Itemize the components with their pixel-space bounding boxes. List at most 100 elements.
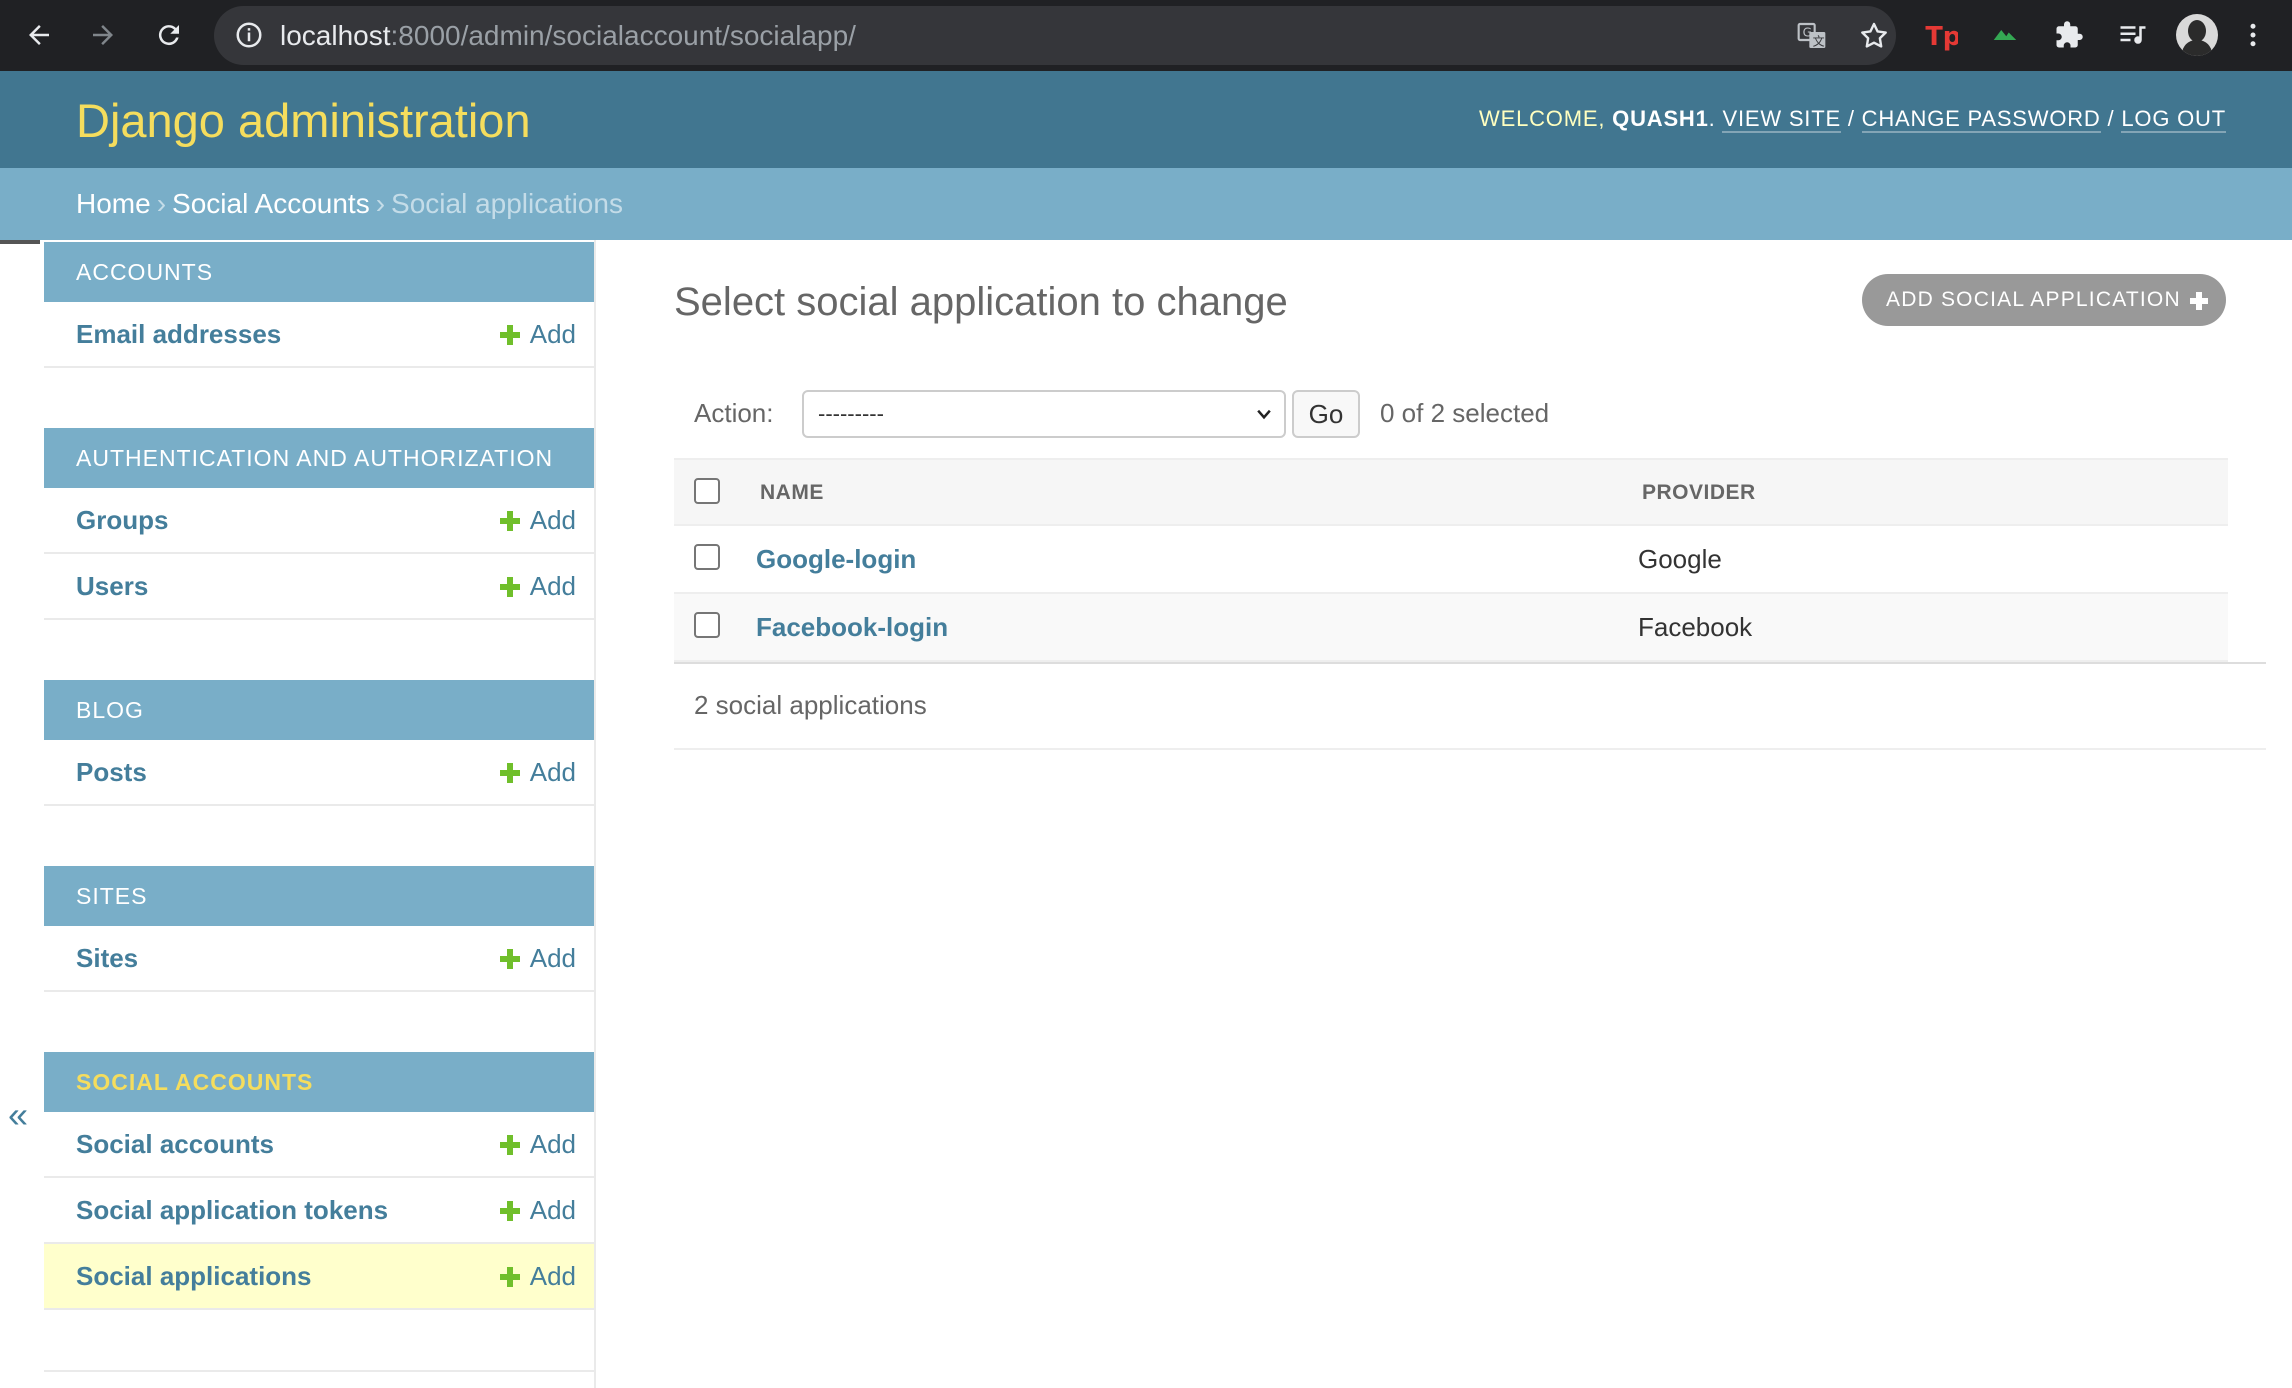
avatar	[2176, 14, 2218, 56]
sidebar-item-groups[interactable]: Groups Add	[44, 488, 594, 554]
user-tools: Welcome, quash1. View site / Change pass…	[1479, 106, 2226, 133]
svg-text:Tp: Tp	[1925, 22, 1958, 52]
add-social-application-token-link[interactable]: Add	[499, 1178, 576, 1242]
add-user-link[interactable]: Add	[499, 554, 576, 618]
bookmark-star-icon[interactable]	[1856, 18, 1892, 54]
sidebar-item-social-accounts[interactable]: Social accounts Add	[44, 1112, 594, 1178]
forward-button[interactable]	[80, 12, 126, 58]
sidebar-item-email-addresses[interactable]: Email addresses Add	[44, 302, 594, 368]
url-text[interactable]: localhost:8000/admin/socialaccount/socia…	[280, 6, 856, 65]
row-name-link[interactable]: Google-login	[756, 526, 916, 592]
svg-text:文: 文	[1813, 33, 1825, 48]
info-icon[interactable]	[234, 20, 264, 50]
sidebar-item-label[interactable]: Social accounts	[76, 1112, 274, 1176]
breadcrumb-app[interactable]: Social Accounts	[172, 188, 370, 219]
result-list-table: Name Provider Google-login Google Facebo…	[674, 458, 2266, 664]
sidebar-item-users[interactable]: Users Add	[44, 554, 594, 620]
reload-button[interactable]	[146, 12, 192, 58]
module-accounts: Accounts Email addresses Add	[44, 242, 594, 430]
chevron-down-icon	[1257, 409, 1271, 420]
url-host: localhost	[280, 20, 391, 51]
column-header-name[interactable]: Name	[760, 460, 824, 526]
admin-header: Django administration Welcome, quash1. V…	[0, 71, 2292, 168]
translate-icon[interactable]: G文	[1794, 18, 1830, 54]
sidebar-item-sites[interactable]: Sites Add	[44, 926, 594, 992]
table-row: Facebook-login Facebook	[674, 594, 2228, 662]
browser-toolbar: localhost:8000/admin/socialaccount/socia…	[0, 0, 2292, 71]
change-password-link[interactable]: Change password	[1861, 106, 2101, 133]
selection-counter: 0 of 2 selected	[1380, 398, 1550, 428]
add-post-link[interactable]: Add	[499, 740, 576, 804]
tp-extension-icon[interactable]: Tp	[1918, 12, 1964, 58]
profile-avatar[interactable]	[2174, 12, 2220, 58]
extensions-puzzle-icon[interactable]	[2046, 12, 2092, 58]
add-social-application-button[interactable]: Add social application	[1862, 274, 2226, 326]
add-social-account-link[interactable]: Add	[499, 1112, 576, 1176]
add-email-address-link[interactable]: Add	[499, 302, 576, 366]
module-sites: Sites Sites Add	[44, 866, 594, 1054]
browser-menu-icon[interactable]	[2238, 12, 2268, 58]
select-all-checkbox[interactable]	[694, 478, 720, 504]
username: quash1	[1612, 106, 1709, 131]
breadcrumb-current: Social applications	[391, 188, 623, 219]
column-header-provider[interactable]: Provider	[1642, 460, 1756, 526]
module-caption-social-accounts[interactable]: Social Accounts	[44, 1052, 594, 1112]
site-branding[interactable]: Django administration	[76, 93, 531, 148]
add-social-application-link[interactable]: Add	[499, 1244, 576, 1308]
row-name-link[interactable]: Facebook-login	[756, 594, 948, 660]
module-caption-blog[interactable]: Blog	[44, 680, 594, 740]
action-select[interactable]: ---------	[802, 390, 1286, 438]
view-site-link[interactable]: View site	[1722, 106, 1841, 133]
table-row: Google-login Google	[674, 526, 2228, 594]
row-checkbox[interactable]	[694, 612, 720, 638]
module-caption-accounts[interactable]: Accounts	[44, 242, 594, 302]
sidebar-item-label[interactable]: Groups	[76, 488, 168, 552]
module-auth: Authentication and Authorization Groups …	[44, 428, 594, 682]
plus-icon	[499, 577, 520, 597]
plus-icon	[499, 511, 520, 531]
row-checkbox[interactable]	[694, 544, 720, 570]
action-label: Action:	[694, 398, 774, 428]
plus-icon	[499, 325, 520, 345]
table-header: Name Provider	[674, 458, 2228, 526]
breadcrumb: Home › Social Accounts › Social applications	[0, 168, 2292, 240]
welcome-text: Welcome,	[1479, 106, 1606, 131]
sidebar-item-label[interactable]: Users	[76, 554, 148, 618]
sidebar-item-social-application-tokens[interactable]: Social application tokens Add	[44, 1178, 594, 1244]
media-queue-icon[interactable]	[2110, 12, 2156, 58]
sidebar-item-label[interactable]: Social applications	[76, 1244, 312, 1308]
plus-icon	[499, 1135, 520, 1155]
log-out-link[interactable]: Log out	[2121, 106, 2226, 133]
address-bar[interactable]: localhost:8000/admin/socialaccount/socia…	[214, 6, 1896, 65]
sidebar-item-posts[interactable]: Posts Add	[44, 740, 594, 806]
add-site-link[interactable]: Add	[499, 926, 576, 990]
module-caption-sites[interactable]: Sites	[44, 866, 594, 926]
sidebar-item-social-applications[interactable]: Social applications Add	[44, 1244, 594, 1310]
back-button[interactable]	[16, 12, 62, 58]
add-group-link[interactable]: Add	[499, 488, 576, 552]
plus-icon	[499, 1267, 520, 1287]
action-selected-value: ---------	[818, 401, 884, 426]
plus-icon	[499, 949, 520, 969]
paginator: 2 social applications	[674, 664, 2266, 750]
sidebar-item-label[interactable]: Sites	[76, 926, 138, 990]
breadcrumb-home[interactable]: Home	[76, 188, 151, 219]
sidebar-item-label[interactable]: Email addresses	[76, 302, 281, 366]
actions-bar: Action: --------- Go 0 of 2 selected	[674, 380, 2228, 458]
green-extension-icon[interactable]	[1982, 12, 2028, 58]
arrow-right-icon	[93, 25, 113, 45]
plus-icon	[499, 1201, 520, 1221]
sidebar-toggle-button[interactable]: «	[8, 1094, 28, 1136]
go-button[interactable]: Go	[1292, 390, 1360, 438]
module-blog: Blog Posts Add	[44, 680, 594, 868]
plus-icon	[499, 763, 520, 783]
page-title: Select social application to change	[674, 280, 1288, 324]
row-provider: Google	[1638, 544, 1722, 574]
arrow-left-icon	[29, 25, 49, 45]
url-path: :8000/admin/socialaccount/socialapp/	[390, 20, 856, 51]
sidebar-item-label[interactable]: Social application tokens	[76, 1178, 388, 1242]
module-caption-auth[interactable]: Authentication and Authorization	[44, 428, 594, 488]
reload-icon	[158, 25, 179, 46]
sidebar-item-label[interactable]: Posts	[76, 740, 147, 804]
breadcrumb-edge	[0, 240, 40, 244]
